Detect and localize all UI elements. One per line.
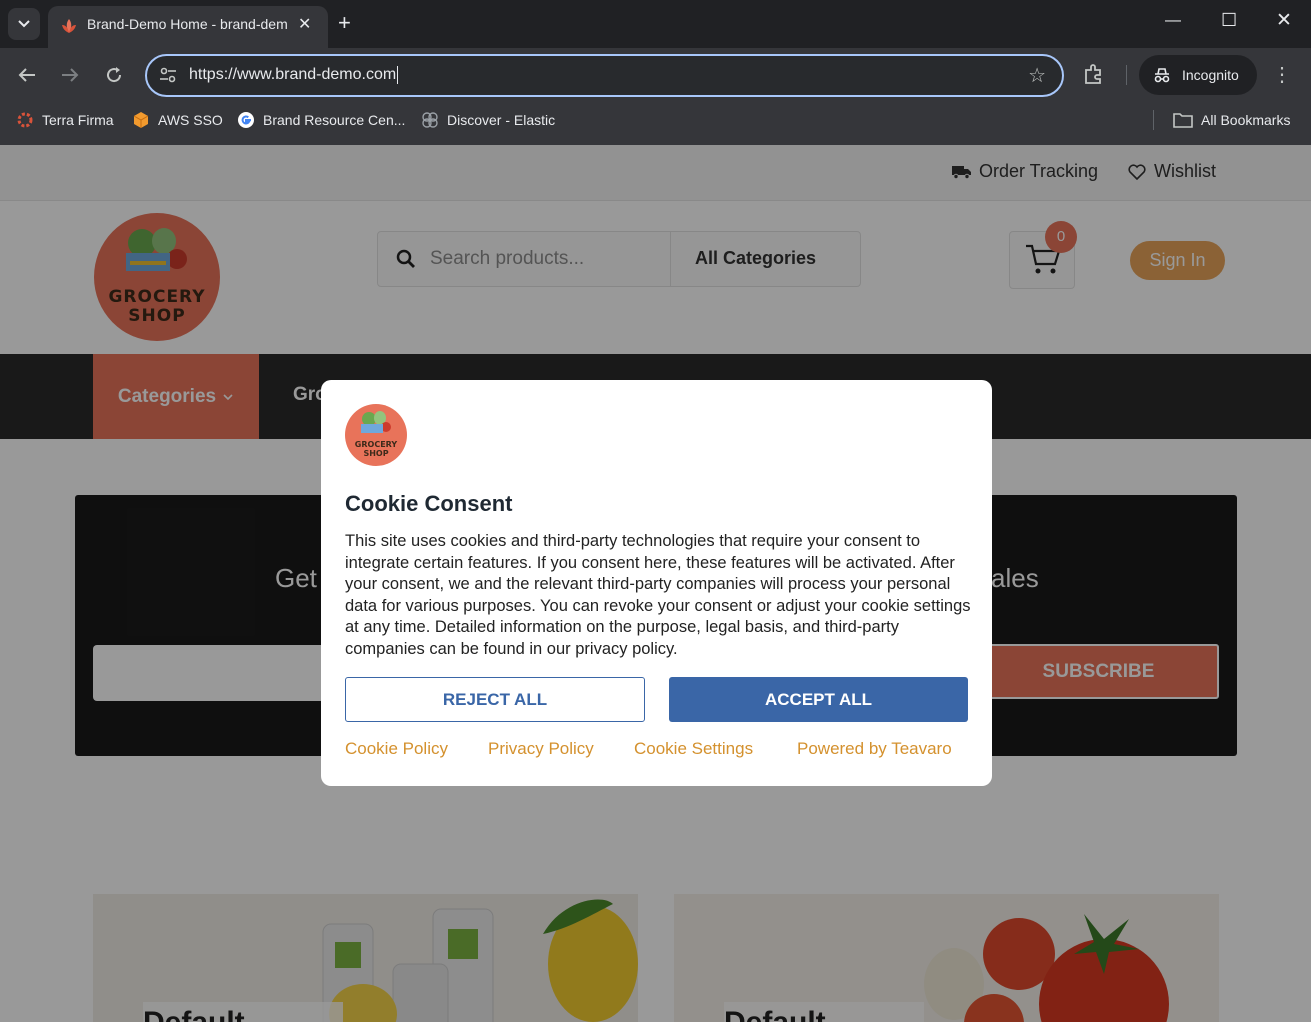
google-icon	[238, 112, 254, 128]
active-tab[interactable]: Brand-Demo Home - brand-demo ✕	[48, 6, 328, 48]
bookmark-aws-sso[interactable]: AWS SSO	[132, 108, 223, 132]
new-tab-button[interactable]: +	[338, 10, 351, 36]
tab-strip: Brand-Demo Home - brand-demo ✕ + — ☐ ✕	[0, 0, 1311, 48]
modal-logo-text-line1: GROCERY	[354, 440, 398, 449]
arrow-right-icon	[62, 68, 79, 82]
browser-menu-icon[interactable]: ⋮	[1272, 62, 1292, 87]
minimize-icon[interactable]: —	[1165, 12, 1181, 30]
chevron-down-icon	[18, 20, 30, 28]
forward-button[interactable]	[55, 60, 85, 90]
toolbar-divider	[1126, 65, 1127, 85]
bookmark-terra-firma[interactable]: Terra Firma	[16, 108, 114, 132]
reject-all-button[interactable]: REJECT ALL	[345, 677, 645, 722]
extensions-icon[interactable]	[1082, 62, 1106, 86]
arrow-left-icon	[18, 68, 35, 82]
powered-by-link[interactable]: Powered by Teavaro	[797, 739, 952, 759]
all-bookmarks-button[interactable]: All Bookmarks	[1173, 108, 1290, 132]
cookie-consent-text: This site uses cookies and third-party t…	[345, 532, 971, 658]
all-bookmarks-label: All Bookmarks	[1201, 112, 1291, 128]
bookmark-label: Brand Resource Cen...	[263, 112, 406, 128]
bookmark-label: Discover - Elastic	[447, 112, 556, 128]
back-button[interactable]	[12, 60, 42, 90]
reload-button[interactable]	[99, 60, 129, 90]
incognito-label: Incognito	[1182, 67, 1239, 83]
address-bar[interactable]: https://www.brand-demo.com ☆	[145, 54, 1064, 97]
bookmark-star-icon[interactable]: ☆	[1028, 63, 1046, 88]
favicon-icon	[62, 19, 76, 33]
url-text[interactable]: https://www.brand-demo.com	[189, 66, 398, 84]
window-close-icon[interactable]: ✕	[1276, 9, 1292, 32]
tab-title: Brand-Demo Home - brand-demo	[87, 16, 287, 32]
site-settings-icon	[160, 67, 176, 83]
vegetable-basket-icon	[361, 411, 391, 433]
accept-all-button[interactable]: ACCEPT ALL	[669, 677, 968, 722]
aws-cube-icon	[133, 112, 149, 128]
cookie-settings-link[interactable]: Cookie Settings	[634, 739, 753, 759]
cookie-consent-title: Cookie Consent	[345, 491, 513, 516]
bookmark-brand-resource[interactable]: Brand Resource Cen...	[237, 108, 405, 132]
elastic-icon	[422, 112, 438, 128]
grocery-shop-logo-small: GROCERY SHOP	[345, 404, 407, 466]
modal-logo-text-line2: SHOP	[363, 449, 389, 458]
tab-close-icon[interactable]: ✕	[298, 14, 311, 34]
cookie-consent-dialog: GROCERY SHOP Cookie Consent This site us…	[321, 380, 992, 786]
incognito-icon	[1154, 68, 1170, 83]
tab-search-button[interactable]	[8, 8, 40, 40]
bookmarks-divider	[1153, 110, 1154, 130]
reload-icon	[107, 67, 122, 83]
maximize-icon[interactable]: ☐	[1221, 10, 1237, 31]
browser-chrome: Brand-Demo Home - brand-demo ✕ + — ☐ ✕ h…	[0, 0, 1311, 145]
bookmark-discover-elastic[interactable]: Discover - Elastic	[421, 108, 555, 132]
folder-icon	[1173, 113, 1193, 128]
privacy-policy-link[interactable]: Privacy Policy	[488, 739, 594, 759]
terra-firma-icon	[17, 112, 33, 128]
bookmark-label: AWS SSO	[158, 112, 223, 128]
cookie-policy-link[interactable]: Cookie Policy	[345, 739, 448, 759]
bookmark-label: Terra Firma	[42, 112, 114, 128]
incognito-indicator[interactable]: Incognito	[1139, 55, 1257, 95]
